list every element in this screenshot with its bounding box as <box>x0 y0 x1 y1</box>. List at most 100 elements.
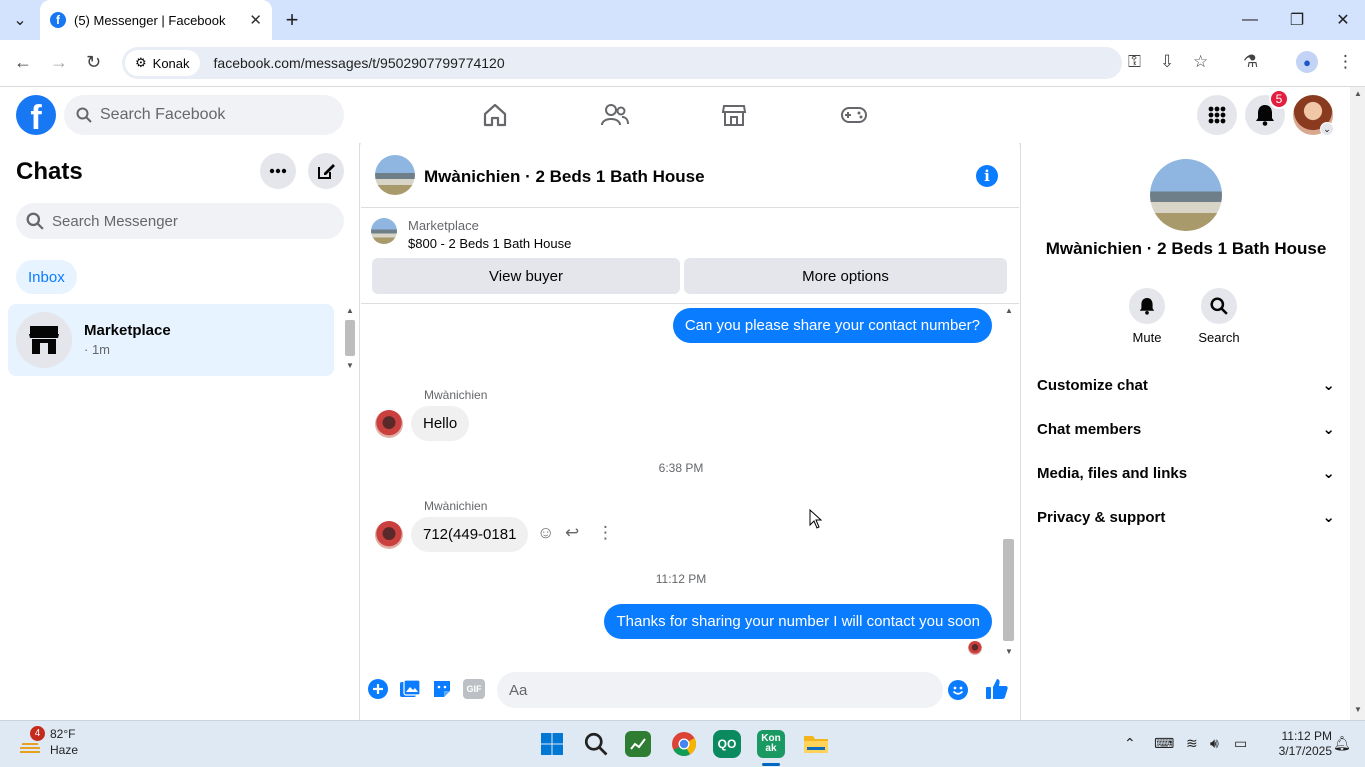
omnibox[interactable]: ⚙ Konak facebook.com/messages/t/95029077… <box>122 47 1122 79</box>
scroll-thumb[interactable] <box>1003 539 1014 641</box>
home-icon[interactable] <box>480 101 510 129</box>
message-bubble-outgoing[interactable]: Thanks for sharing your number I will co… <box>604 604 992 639</box>
media-files-links-section[interactable]: Media, files and links ⌄ <box>1037 451 1335 495</box>
chat-members-section[interactable]: Chat members ⌄ <box>1037 407 1335 451</box>
browser-tab[interactable]: f (5) Messenger | Facebook ✕ <box>40 0 272 40</box>
message-scrollbar[interactable]: ▲ ▼ <box>1001 304 1019 661</box>
friends-icon[interactable] <box>600 101 630 129</box>
notification-center-icon[interactable]: 🔔︎ <box>1333 735 1351 752</box>
weather-text[interactable]: 82°F Haze <box>50 727 78 757</box>
chat-name: Marketplace <box>84 322 171 339</box>
scroll-down-icon[interactable]: ▼ <box>1005 647 1013 656</box>
messenger-search-input[interactable]: Search Messenger <box>16 203 344 239</box>
chevron-down-icon: ⌄ <box>1322 421 1335 438</box>
listing-thumbnail[interactable] <box>371 218 397 244</box>
more-options-icon[interactable] <box>260 153 296 189</box>
minimize-icon[interactable]: — <box>1236 0 1264 40</box>
labs-flask-icon[interactable]: ⚗ <box>1243 52 1258 72</box>
account-chevron-icon[interactable]: ⌄ <box>1320 122 1334 136</box>
notification-badge: 5 <box>1269 89 1289 109</box>
message-more-icon[interactable]: ⋮ <box>597 523 614 543</box>
conversation-title[interactable]: Mwànichien · 2 Beds 1 Bath House <box>424 167 705 187</box>
sticker-icon[interactable] <box>431 678 453 700</box>
forward-icon[interactable]: → <box>50 52 68 73</box>
windows-start-icon[interactable] <box>537 729 567 759</box>
weather-widget-icon[interactable]: 4 <box>18 726 45 755</box>
show-hidden-icons-icon[interactable]: ⌃ <box>1124 735 1136 752</box>
scroll-down-icon[interactable]: ▼ <box>1354 705 1362 714</box>
keyboard-icon[interactable]: ⌨ <box>1154 735 1174 752</box>
view-buyer-button[interactable]: View buyer <box>372 258 680 294</box>
page-scrollbar[interactable]: ▲ ▼ <box>1350 87 1365 720</box>
search-icon <box>1201 288 1237 324</box>
message-input[interactable]: Aa <box>497 672 943 708</box>
like-thumbs-up-icon[interactable] <box>985 677 1009 701</box>
media-player-icon[interactable]: QO <box>713 730 741 758</box>
spreadsheet-app-icon[interactable] <box>625 731 651 757</box>
url-text[interactable]: facebook.com/messages/t/9502907799774120 <box>214 55 505 71</box>
chat-list-item[interactable]: Marketplace · 1m <box>8 304 334 376</box>
emoji-icon[interactable] <box>947 679 969 701</box>
install-app-icon[interactable]: ⇩ <box>1160 52 1174 72</box>
close-window-icon[interactable]: ✕ <box>1329 0 1357 40</box>
weather-temperature: 82°F <box>50 727 76 741</box>
close-tab-icon[interactable]: ✕ <box>249 11 262 29</box>
house-avatar[interactable] <box>375 155 415 195</box>
scroll-up-icon[interactable]: ▲ <box>346 306 354 315</box>
facebook-favicon-icon: f <box>50 12 66 28</box>
inbox-tab[interactable]: Inbox <box>16 260 77 294</box>
search-icon <box>26 212 44 230</box>
scroll-up-icon[interactable]: ▲ <box>1005 306 1013 315</box>
more-options-button[interactable]: More options <box>684 258 1007 294</box>
back-icon[interactable]: ← <box>14 52 32 73</box>
message-bubble-incoming[interactable]: 712(449-0181 <box>411 517 529 552</box>
battery-icon[interactable]: ▭ <box>1234 735 1247 752</box>
scroll-down-icon[interactable]: ▼ <box>346 361 354 370</box>
facebook-search-input[interactable]: Search Facebook <box>64 95 344 135</box>
konak-app-icon[interactable]: Kon ak <box>757 730 785 758</box>
mute-button[interactable]: Mute <box>1117 288 1177 345</box>
photo-icon[interactable] <box>399 678 421 700</box>
chat-timestamp: · 1m <box>84 342 110 357</box>
facebook-logo-icon[interactable]: f <box>16 95 56 135</box>
facebook-header: f Search Facebook 5 ⌄ <box>0 87 1350 143</box>
volume-icon[interactable]: 🔊︎ <box>1210 735 1219 752</box>
tab-search-icon[interactable]: ⌄ <box>6 0 34 40</box>
message-bubble-incoming[interactable]: Hello <box>411 406 470 441</box>
listing-title[interactable]: $800 - 2 Beds 1 Bath House <box>408 236 571 251</box>
reply-icon[interactable]: ↩ <box>565 523 579 543</box>
bookmark-star-icon[interactable]: ☆ <box>1193 52 1208 72</box>
chats-sidebar: Chats Search Messenger Inbox Marketplace… <box>0 143 360 720</box>
maximize-icon[interactable]: ❐ <box>1283 0 1311 40</box>
chat-list-scrollbar[interactable]: ▲ ▼ <box>343 306 357 376</box>
gif-icon[interactable]: GIF <box>463 679 485 699</box>
gaming-icon[interactable] <box>839 101 869 129</box>
details-house-avatar[interactable] <box>1150 159 1222 231</box>
message-bubble-outgoing[interactable]: Can you please share your contact number… <box>672 308 992 343</box>
file-explorer-icon[interactable] <box>801 729 831 759</box>
browser-menu-icon[interactable]: ⋮ <box>1337 52 1354 72</box>
info-icon[interactable]: i <box>976 165 998 187</box>
reload-icon[interactable]: ↻ <box>86 52 101 73</box>
new-message-icon[interactable] <box>308 153 344 189</box>
menu-grid-icon[interactable] <box>1197 95 1237 135</box>
taskbar-search-icon[interactable] <box>581 729 611 759</box>
marketplace-icon[interactable] <box>719 101 749 129</box>
chrome-icon[interactable] <box>669 729 699 759</box>
sender-avatar[interactable] <box>375 410 403 438</box>
password-key-icon[interactable]: ⚿ <box>1128 52 1141 72</box>
customize-chat-section[interactable]: Customize chat ⌄ <box>1037 363 1335 407</box>
new-tab-icon[interactable]: + <box>280 0 304 40</box>
react-emoji-icon[interactable]: ☺ <box>537 523 554 543</box>
marketplace-listing-banner: Marketplace $800 - 2 Beds 1 Bath House V… <box>361 208 1019 304</box>
scroll-up-icon[interactable]: ▲ <box>1354 89 1362 98</box>
sender-avatar[interactable] <box>375 521 403 549</box>
search-in-conversation-button[interactable]: Search <box>1189 288 1249 345</box>
plus-icon[interactable] <box>367 678 389 700</box>
profile-icon[interactable]: ● <box>1296 51 1318 73</box>
system-clock[interactable]: 11:12 PM 3/17/2025 <box>1262 729 1332 759</box>
site-info-chip[interactable]: ⚙ Konak <box>125 50 200 76</box>
privacy-support-section[interactable]: Privacy & support ⌄ <box>1037 495 1335 539</box>
wifi-icon[interactable]: ≋ <box>1186 735 1198 752</box>
scroll-thumb[interactable] <box>345 320 355 356</box>
